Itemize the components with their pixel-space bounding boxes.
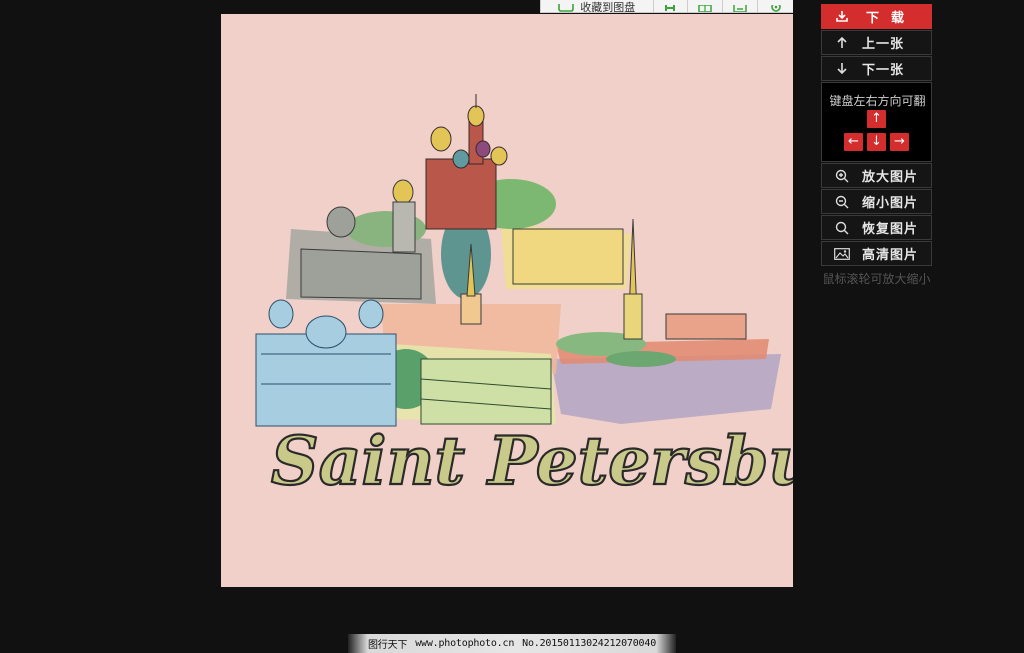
share-icon [665, 5, 676, 11]
restore-image-button[interactable]: 恢复图片 [821, 215, 932, 240]
collect-label: 收藏到图盘 [580, 1, 636, 13]
footer-site-name: 图行天下 [367, 640, 408, 651]
hd-image-button[interactable]: 高清图片 [821, 241, 932, 266]
home-button[interactable] [688, 0, 724, 12]
wheel-zoom-hint: 鼠标滚轮可放大缩小 [822, 272, 931, 286]
zoom-out-label: 缩小图片 [862, 196, 919, 211]
collect-button[interactable]: 收藏到图盘 [541, 0, 654, 13]
artwork-title: Saint Petersburg [271, 422, 793, 500]
image-toolbar: 收藏到图盘 [540, 0, 793, 13]
key-up-button[interactable]: ↑ [867, 110, 886, 128]
main-image[interactable]: Saint Petersburg [221, 14, 793, 587]
keyboard-hint-text: 键盘左右方向可翻 [829, 94, 926, 108]
save-icon [733, 5, 747, 12]
arrow-up-icon [822, 37, 862, 48]
prev-image-label: 上一张 [862, 37, 905, 52]
key-down-button[interactable]: ↓ [867, 133, 886, 151]
download-button[interactable]: 下载 [821, 4, 932, 29]
restore-image-label: 恢复图片 [862, 222, 919, 237]
zoom-out-button[interactable]: 缩小图片 [821, 189, 932, 214]
collect-icon [558, 4, 575, 12]
hd-image-label: 高清图片 [862, 248, 919, 263]
footer-watermark: 图行天下 www.photophoto.cn No.20150113024212… [348, 634, 676, 653]
prev-image-button[interactable]: 上一张 [821, 30, 932, 55]
saint-petersburg-illustration: Saint Petersburg [255, 94, 793, 501]
viewer-panel: 下载 上一张 下一张 键盘左右方向可翻 ↑ ← ↓ → 放大图片 缩小图片 恢复… [821, 4, 932, 288]
next-image-label: 下一张 [862, 63, 905, 78]
zoom-in-icon [822, 169, 862, 183]
settings-button[interactable] [758, 0, 793, 12]
search-icon [822, 221, 862, 235]
key-right-button[interactable]: → [890, 133, 909, 151]
share-button[interactable] [654, 0, 689, 12]
next-image-button[interactable]: 下一张 [821, 56, 932, 81]
keyboard-hint-box: 键盘左右方向可翻 ↑ ← ↓ → [821, 82, 932, 162]
image-icon [822, 247, 862, 260]
footer-site-url[interactable]: www.photophoto.cn [415, 638, 514, 649]
footer-image-number: No.20150113024212070040 [522, 638, 657, 649]
download-label: 下载 [866, 11, 917, 26]
download-icon [822, 11, 862, 22]
zoom-in-label: 放大图片 [862, 170, 919, 185]
zoom-in-button[interactable]: 放大图片 [821, 163, 932, 188]
arrow-down-icon [822, 63, 862, 74]
zoom-out-icon [822, 195, 862, 209]
home-icon [698, 5, 713, 12]
gear-icon [770, 5, 781, 12]
key-left-button[interactable]: ← [844, 133, 863, 151]
save-button[interactable] [723, 0, 759, 12]
